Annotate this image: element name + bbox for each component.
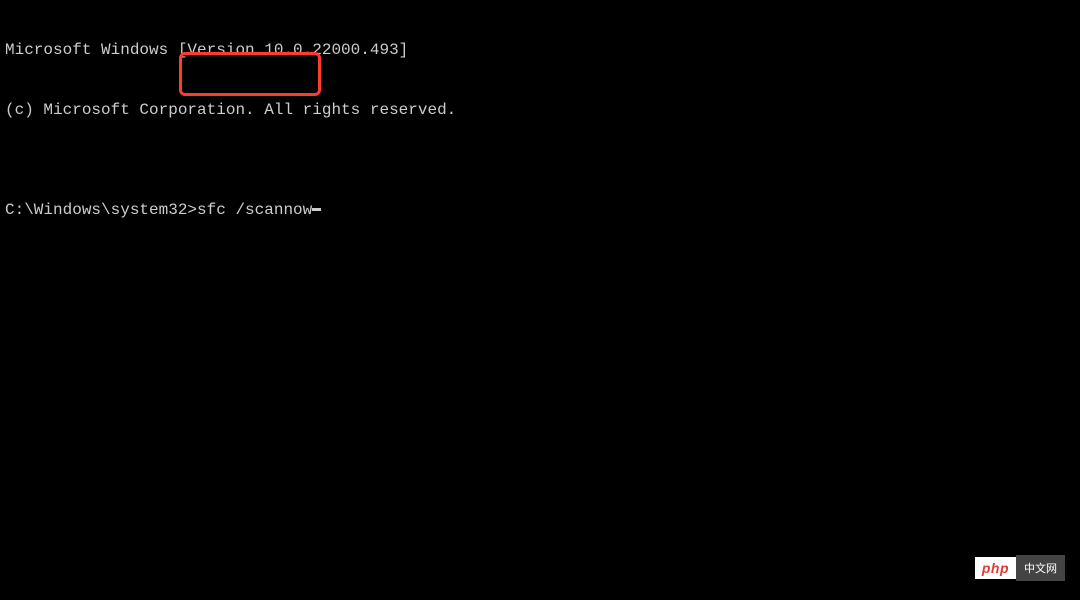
watermark-right: 中文网 (1016, 555, 1065, 581)
version-line: Microsoft Windows [Version 10.0.22000.49… (0, 40, 1080, 60)
command-input[interactable]: sfc /scannow (197, 200, 312, 220)
terminal-output[interactable]: Microsoft Windows [Version 10.0.22000.49… (0, 0, 1080, 240)
watermark-badge: php 中文网 (975, 556, 1065, 580)
prompt-line[interactable]: C:\Windows\system32>sfc /scannow (0, 200, 1080, 220)
watermark-left: php (975, 557, 1016, 579)
prompt-text: C:\Windows\system32> (5, 200, 197, 220)
cursor-icon (312, 208, 321, 211)
copyright-line: (c) Microsoft Corporation. All rights re… (0, 100, 1080, 120)
